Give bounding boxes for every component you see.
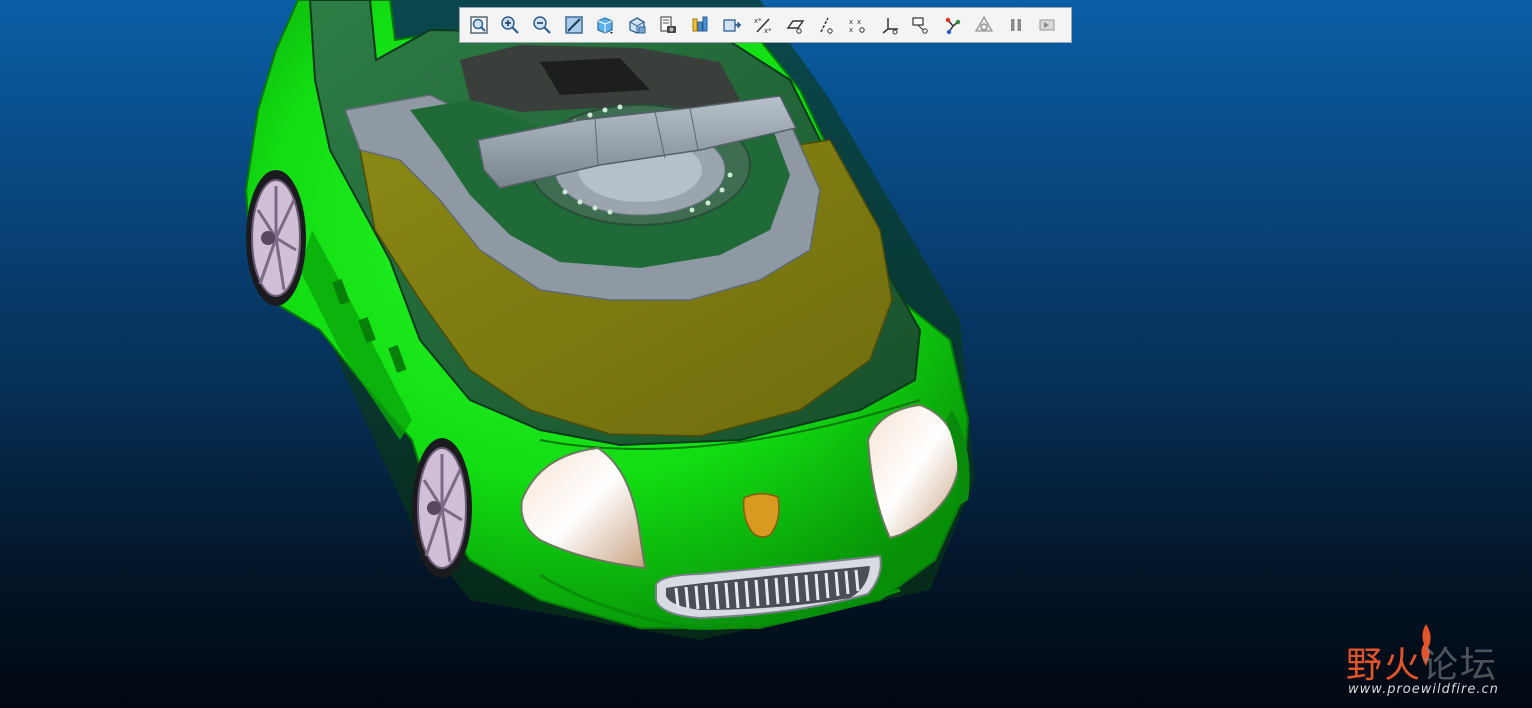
datum-points-button[interactable]: xxx — [844, 11, 872, 39]
datum-axes-button[interactable] — [813, 11, 841, 39]
display-style-icon — [597, 17, 614, 34]
svg-text:x: x — [857, 18, 861, 26]
repaint-icon — [564, 16, 583, 34]
zoom-in-icon — [501, 16, 520, 34]
model-viewport[interactable] — [0, 0, 1532, 708]
wheel-rear-left — [246, 170, 306, 306]
svg-text:x*: x* — [754, 17, 762, 25]
spin-center-button[interactable] — [939, 11, 967, 39]
forum-watermark: 野火论坛 www.proewildfire.cn — [1344, 622, 1524, 700]
repaint-button[interactable] — [560, 11, 588, 39]
graphics-toolbar: x* x* xxx — [459, 7, 1072, 43]
spin-center-icon — [945, 17, 960, 35]
datum-points-icon: x xx — [849, 18, 865, 34]
orient-mode-icon — [722, 19, 741, 32]
svg-text:x*: x* — [764, 27, 772, 35]
car-model[interactable] — [244, 0, 975, 640]
wheel-front-left — [412, 438, 472, 578]
annotation-display-icon — [912, 17, 928, 34]
svg-text:x: x — [849, 18, 853, 26]
datum-display-icon: x*x* — [754, 17, 772, 35]
appearance-gallery-button[interactable] — [686, 11, 714, 39]
annotation-display-button[interactable] — [907, 11, 935, 39]
refit-view-icon — [470, 16, 488, 34]
appearance-gallery-icon — [692, 16, 708, 32]
datum-display-button[interactable]: x* x* — [749, 11, 777, 39]
refit-view-button[interactable] — [465, 11, 493, 39]
regenerate-icon — [975, 15, 994, 32]
view-manager-icon — [660, 16, 677, 33]
svg-text:x: x — [849, 26, 853, 34]
coordinate-systems-icon — [882, 18, 898, 35]
zoom-out-icon — [533, 16, 551, 34]
saved-views-icon — [629, 17, 646, 34]
regenerate-button[interactable] — [971, 11, 999, 39]
datum-planes-button[interactable] — [781, 11, 809, 39]
pause-icon — [1010, 19, 1021, 31]
watermark-url: www.proewildfire.cn — [1348, 682, 1499, 697]
view-manager-button[interactable] — [655, 11, 683, 39]
pause-button[interactable] — [1002, 11, 1030, 39]
display-style-button[interactable] — [591, 11, 619, 39]
next-icon — [1039, 19, 1055, 31]
datum-planes-icon — [786, 20, 805, 34]
zoom-in-button[interactable] — [497, 11, 525, 39]
coordinate-systems-button[interactable] — [876, 11, 904, 39]
datum-axes-icon — [820, 17, 834, 34]
watermark-brand-right: 论坛 — [1422, 645, 1499, 686]
next-button[interactable] — [1034, 11, 1062, 39]
zoom-out-button[interactable] — [528, 11, 556, 39]
watermark-brand: 野火论坛 — [1346, 636, 1498, 688]
orient-mode-button[interactable] — [718, 11, 746, 39]
watermark-brand-left: 野火 — [1346, 645, 1423, 686]
saved-views-button[interactable] — [623, 11, 651, 39]
